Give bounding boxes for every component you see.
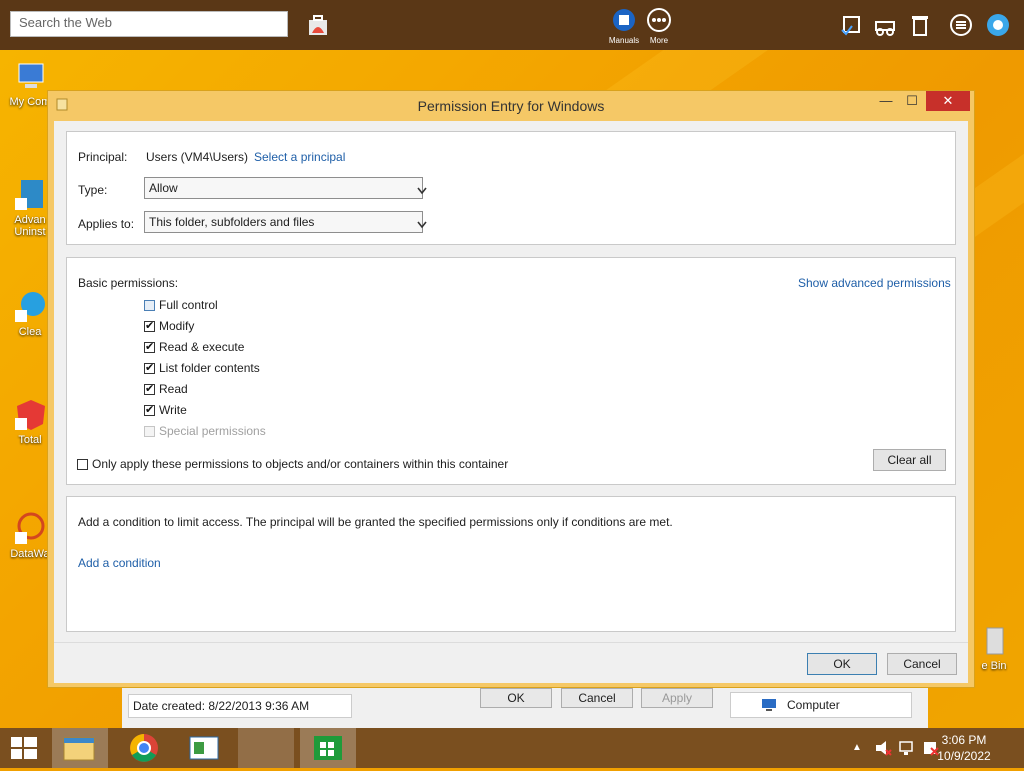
taskbar-store[interactable] [300,728,356,768]
list-folder-contents-label: List folder contents [159,361,260,375]
close-icon[interactable]: ✕ [926,91,970,111]
special-permissions-checkbox [144,426,155,437]
full-control-checkbox[interactable] [144,300,155,311]
modify-label: Modify [159,319,195,333]
principal-value: Users (VM4\Users) [146,150,249,164]
network-icon[interactable] [898,740,916,759]
start-button[interactable] [0,728,56,768]
behind-cancel-button[interactable]: Cancel [561,688,633,708]
desktop-icon-label: Total [18,434,42,446]
dialog-titlebar[interactable]: Permission Entry for Windows — ☐ ✕ [48,91,974,121]
manuals-label: Manuals [608,36,640,45]
desktop-icon-label: e Bin [981,660,1007,672]
full-control-label: Full control [159,298,218,312]
clock-date: 10/9/2022 [937,749,991,763]
condition-panel: Add a condition to limit access. The pri… [66,496,956,632]
system-clock[interactable]: 3:06 PM 10/9/2022 [934,732,994,764]
modify-checkbox[interactable] [144,319,155,332]
basic-permissions-panel: Basic permissions: Show advanced permiss… [66,257,956,485]
condition-description: Add a condition to limit access. The pri… [78,515,673,529]
menu-icon[interactable] [948,12,974,38]
type-select[interactable]: Allow [144,177,427,199]
behind-apply-button[interactable]: Apply [641,688,713,708]
add-condition-link[interactable]: Add a condition [78,556,161,570]
manuals-icon[interactable] [611,7,637,33]
desktop-icon-label: Advan Uninst [14,214,46,238]
trash-icon[interactable] [907,12,933,38]
only-apply-label: Only apply these permissions to objects … [92,457,509,471]
type-select-value: Allow [149,181,178,195]
top-toolbar: Search the Web Manuals More [0,0,1024,50]
dialog-body: Principal: Users (VM4\Users) Select a pr… [54,121,968,683]
windows-logo-icon [11,737,37,759]
search-input[interactable]: Search the Web [10,11,288,37]
window-app-icon [189,736,219,760]
taskbar-chrome[interactable] [116,728,172,768]
date-created-field: Date created: 8/22/2013 9:36 AM [128,694,352,718]
desktop-icon-label: DataWa [10,548,50,560]
desktop-icon-label: Clea [18,326,42,338]
applies-to-select-value: This folder, subfolders and files [149,215,315,229]
principal-label: Principal: [78,150,128,164]
chrome-icon [130,734,158,762]
car-icon[interactable] [872,12,898,38]
write-checkbox[interactable] [144,403,155,416]
recycle-bin-icon [977,624,1011,658]
store-bag-icon[interactable] [305,12,331,38]
principal-panel: Principal: Users (VM4\Users) Select a pr… [66,131,956,245]
computer-label: Computer [787,698,840,712]
write-label: Write [159,403,187,417]
ok-button[interactable]: OK [807,653,877,675]
footer-divider [54,642,968,643]
maximize-icon[interactable]: ☐ [900,91,924,111]
permission-entry-dialog: Permission Entry for Windows — ☐ ✕ Princ… [47,90,975,688]
taskbar-file-explorer[interactable] [52,728,108,768]
cleaner-icon [13,290,47,324]
assistant-icon[interactable] [985,12,1011,38]
behind-ok-button[interactable]: OK [480,688,552,708]
properties-window-behind: Date created: 8/22/2013 9:36 AM OK Cance… [122,686,928,728]
read-execute-checkbox[interactable] [144,340,155,353]
basic-permissions-label: Basic permissions: [78,276,179,290]
store-icon [314,736,342,760]
clock-time: 3:06 PM [941,733,987,747]
show-advanced-permissions-link[interactable]: Show advanced permissions [798,276,951,290]
uninstaller-icon [13,178,47,212]
list-folder-contents-checkbox[interactable] [144,361,155,374]
computer-icon [13,60,47,94]
checklist-icon[interactable] [838,12,864,38]
clear-all-button[interactable]: Clear all [873,449,946,471]
read-checkbox[interactable] [144,382,155,395]
read-execute-label: Read & execute [159,340,245,354]
more-label: More [649,36,669,45]
computer-icon [761,698,777,712]
taskbar-active-app[interactable] [238,728,294,768]
dialog-title: Permission Entry for Windows [417,98,605,114]
taskbar-app-window[interactable] [176,728,232,768]
desktop-icon-label: My Com [9,96,51,108]
taskbar: ▲ 3:06 PM 10/9/2022 [0,728,1024,768]
file-explorer-icon [63,737,95,761]
tray-expand-icon[interactable]: ▲ [852,742,862,753]
select-principal-link[interactable]: Select a principal [254,150,345,164]
only-apply-checkbox[interactable] [77,459,88,470]
volume-muted-icon[interactable] [874,740,892,759]
cancel-button[interactable]: Cancel [887,653,957,675]
datawatch-icon [13,512,47,546]
read-label: Read [159,382,188,396]
more-icon[interactable] [646,7,672,33]
minimize-icon[interactable]: — [874,91,898,111]
type-label: Type: [78,183,108,197]
computer-zone-field: Computer [730,692,912,718]
special-permissions-label: Special permissions [159,424,266,438]
applies-to-label: Applies to: [78,217,135,231]
applies-to-select[interactable]: This folder, subfolders and files [144,211,427,233]
total-security-icon [13,398,47,432]
